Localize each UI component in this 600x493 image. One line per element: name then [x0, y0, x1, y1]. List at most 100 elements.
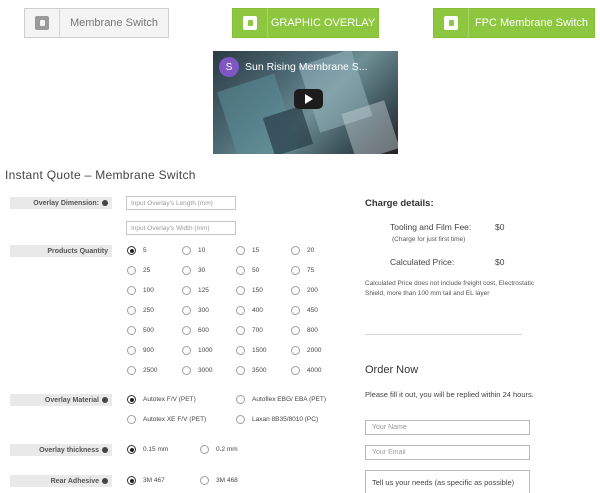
tab-membrane-switch[interactable]: Membrane Switch: [24, 8, 169, 38]
material-radio[interactable]: Autotex XE F/V (PET): [127, 415, 206, 424]
divider: [365, 334, 522, 335]
quantity-radio[interactable]: 100: [127, 286, 154, 295]
overlay-material-label-text: Overlay Material: [44, 396, 99, 404]
radio-indicator[interactable]: [127, 306, 136, 315]
radio-indicator[interactable]: [291, 306, 300, 315]
radio-indicator[interactable]: [182, 246, 191, 255]
radio-indicator[interactable]: [236, 346, 245, 355]
radio-indicator[interactable]: [127, 395, 136, 404]
quantity-option-label: 3500: [252, 367, 267, 374]
quantity-radio[interactable]: 600: [182, 326, 209, 335]
radio-indicator[interactable]: [182, 326, 191, 335]
adhesive-radio[interactable]: 3M 468: [200, 476, 238, 485]
quantity-radio[interactable]: 400: [236, 306, 263, 315]
quantity-option-label: 300: [198, 307, 209, 314]
quantity-radio[interactable]: 125: [182, 286, 209, 295]
rear-adhesive-label-text: Rear Adhesive: [50, 477, 99, 485]
tab-graphic-overlay[interactable]: GRAPHIC OVERLAY: [232, 8, 379, 38]
radio-indicator[interactable]: [127, 246, 136, 255]
adhesive-radio[interactable]: 3M 467: [127, 476, 165, 485]
radio-indicator[interactable]: [291, 346, 300, 355]
material-radio[interactable]: Autotex F/V (PET): [127, 395, 196, 404]
order-note: Please fill it out, you will be replied …: [365, 390, 534, 399]
quantity-radio[interactable]: 1500: [236, 346, 266, 355]
radio-indicator[interactable]: [127, 415, 136, 424]
quantity-radio[interactable]: 150: [236, 286, 263, 295]
quantity-radio[interactable]: 200: [291, 286, 318, 295]
channel-avatar[interactable]: S: [219, 57, 239, 77]
quantity-option-label: 5: [143, 247, 147, 254]
radio-indicator[interactable]: [182, 306, 191, 315]
radio-indicator[interactable]: [291, 326, 300, 335]
radio-indicator[interactable]: [182, 346, 191, 355]
material-option-label: Autoflex EBG/ EBA (PET): [252, 396, 327, 403]
quantity-radio[interactable]: 300: [182, 306, 209, 315]
quantity-radio[interactable]: 4000: [291, 366, 321, 375]
radio-indicator[interactable]: [236, 266, 245, 275]
quantity-option-label: 800: [307, 327, 318, 334]
radio-indicator[interactable]: [127, 286, 136, 295]
quantity-radio[interactable]: 900: [127, 346, 154, 355]
tab-fpc-membrane-switch[interactable]: FPC Membrane Switch: [433, 8, 595, 38]
video-player[interactable]: S Sun Rising Membrane S...: [213, 51, 398, 154]
overlay-thickness-label-text: Overlay thickness: [39, 446, 99, 454]
radio-indicator[interactable]: [127, 266, 136, 275]
radio-indicator[interactable]: [236, 366, 245, 375]
quantity-radio[interactable]: 3000: [182, 366, 212, 375]
video-title[interactable]: Sun Rising Membrane S...: [245, 61, 368, 73]
radio-indicator[interactable]: [236, 306, 245, 315]
radio-indicator[interactable]: [182, 286, 191, 295]
play-icon[interactable]: [294, 89, 323, 109]
radio-indicator[interactable]: [200, 445, 209, 454]
name-input[interactable]: [365, 420, 530, 435]
radio-indicator[interactable]: [182, 266, 191, 275]
quantity-radio[interactable]: 15: [236, 246, 259, 255]
quantity-radio[interactable]: 500: [127, 326, 154, 335]
radio-indicator[interactable]: [127, 326, 136, 335]
overlay-material-label: Overlay Material: [10, 394, 112, 406]
quantity-radio[interactable]: 75: [291, 266, 314, 275]
radio-indicator[interactable]: [200, 476, 209, 485]
overlay-length-input[interactable]: [126, 196, 236, 210]
order-now-title: Order Now: [365, 364, 419, 376]
radio-indicator[interactable]: [127, 366, 136, 375]
radio-indicator[interactable]: [291, 246, 300, 255]
radio-indicator[interactable]: [236, 246, 245, 255]
quantity-radio[interactable]: 50: [236, 266, 259, 275]
radio-indicator[interactable]: [236, 415, 245, 424]
quantity-radio[interactable]: 2000: [291, 346, 321, 355]
thickness-radio[interactable]: 0.15 mm: [127, 445, 168, 454]
calculated-price-value: $0: [495, 257, 505, 267]
thickness-radio[interactable]: 0.2 mm: [200, 445, 238, 454]
radio-indicator[interactable]: [182, 366, 191, 375]
quantity-option-label: 1500: [252, 347, 267, 354]
radio-indicator[interactable]: [291, 366, 300, 375]
quantity-radio[interactable]: 5: [127, 246, 147, 255]
radio-indicator[interactable]: [127, 476, 136, 485]
radio-indicator[interactable]: [236, 326, 245, 335]
radio-indicator[interactable]: [127, 346, 136, 355]
quantity-radio[interactable]: 25: [127, 266, 150, 275]
material-radio[interactable]: Laxan 8B35/8010 (PC): [236, 415, 318, 424]
quantity-radio[interactable]: 800: [291, 326, 318, 335]
overlay-width-input[interactable]: [126, 221, 236, 235]
quantity-radio[interactable]: 250: [127, 306, 154, 315]
quantity-radio[interactable]: 30: [182, 266, 205, 275]
radio-indicator[interactable]: [291, 286, 300, 295]
material-option-label: Autotex XE F/V (PET): [143, 416, 207, 423]
tooling-fee-note: (Charge for just first time): [392, 236, 466, 243]
quantity-radio[interactable]: 20: [291, 246, 314, 255]
quantity-radio[interactable]: 10: [182, 246, 205, 255]
radio-indicator[interactable]: [236, 395, 245, 404]
radio-indicator[interactable]: [236, 286, 245, 295]
quantity-radio[interactable]: 3500: [236, 366, 266, 375]
email-input[interactable]: [365, 445, 530, 460]
radio-indicator[interactable]: [127, 445, 136, 454]
quantity-radio[interactable]: 700: [236, 326, 263, 335]
quantity-radio[interactable]: 1000: [182, 346, 212, 355]
quantity-radio[interactable]: 2500: [127, 366, 157, 375]
radio-indicator[interactable]: [291, 266, 300, 275]
needs-textarea[interactable]: [365, 470, 530, 493]
quantity-radio[interactable]: 450: [291, 306, 318, 315]
material-radio[interactable]: Autoflex EBG/ EBA (PET): [236, 395, 326, 404]
